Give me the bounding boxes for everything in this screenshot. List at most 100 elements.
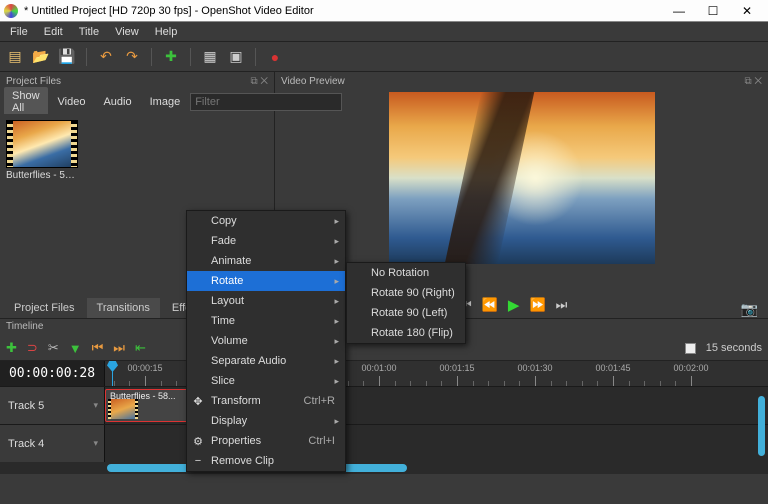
zoom-label: 15 seconds xyxy=(706,342,762,354)
zoom-checkbox[interactable] xyxy=(685,343,696,354)
timecode-display[interactable]: 00:00:00:28 xyxy=(0,361,105,386)
menu-help[interactable]: Help xyxy=(147,24,186,40)
clip-thumbnail xyxy=(108,399,138,419)
timeline-horizontal-scrollbar[interactable] xyxy=(0,462,768,474)
ruler-tick: 00:01:45 xyxy=(595,363,630,373)
filter-image[interactable]: Image xyxy=(142,93,189,111)
filter-audio[interactable]: Audio xyxy=(95,93,139,111)
menu-title[interactable]: Title xyxy=(71,24,107,40)
export-icon[interactable]: ● xyxy=(266,48,284,66)
clip-context-menu: Copy▸Fade▸Animate▸Rotate▸Layout▸Time▸Vol… xyxy=(186,210,346,472)
project-files-title: Project Files xyxy=(6,76,61,87)
filter-row: Show All Video Audio Image xyxy=(0,90,274,114)
context-item-slice[interactable]: Slice▸ xyxy=(187,371,345,391)
ruler-tick: 00:01:15 xyxy=(439,363,474,373)
context-item-rotate[interactable]: Rotate▸ xyxy=(187,271,345,291)
ruler-tick: 00:00:15 xyxy=(127,363,162,373)
tab-transitions[interactable]: Transitions xyxy=(87,298,160,318)
submenu-arrow-icon: ▸ xyxy=(334,236,339,247)
context-item-copy[interactable]: Copy▸ xyxy=(187,211,345,231)
submenu-arrow-icon: ▸ xyxy=(334,276,339,287)
context-item-layout[interactable]: Layout▸ xyxy=(187,291,345,311)
ruler-tick: 00:01:00 xyxy=(361,363,396,373)
rewind-icon[interactable]: ⏪ xyxy=(482,297,498,313)
properties-icon: ⚙ xyxy=(191,435,205,448)
rotate-option-rotate-180-flip-[interactable]: Rotate 180 (Flip) xyxy=(347,323,465,343)
timeline-tracks: Track 5 Butterflies - 58... Track 4 xyxy=(0,386,768,462)
remove-clip-icon: − xyxy=(191,455,205,467)
shortcut-label: Ctrl+I xyxy=(308,435,335,447)
play-icon[interactable]: ▶ xyxy=(508,296,520,314)
filter-video[interactable]: Video xyxy=(50,93,94,111)
transform-icon: ✥ xyxy=(191,395,205,408)
menu-file[interactable]: File xyxy=(2,24,36,40)
context-item-separate-audio[interactable]: Separate Audio▸ xyxy=(187,351,345,371)
minimize-button[interactable]: — xyxy=(662,0,696,22)
track-label[interactable]: Track 5 xyxy=(0,387,105,424)
track-row: Track 4 xyxy=(0,424,768,462)
menu-view[interactable]: View xyxy=(107,24,147,40)
rotate-option-rotate-90-left-[interactable]: Rotate 90 (Left) xyxy=(347,303,465,323)
marker-add-icon[interactable]: ▼ xyxy=(69,341,82,356)
add-track-icon[interactable]: ✚ xyxy=(6,340,17,356)
project-file-item[interactable]: Butterflies - 583... xyxy=(6,120,78,181)
fast-forward-icon[interactable]: ⏩ xyxy=(529,297,545,313)
context-item-display[interactable]: Display▸ xyxy=(187,411,345,431)
import-files-icon[interactable]: ✚ xyxy=(162,48,180,66)
ruler-tick: 00:02:00 xyxy=(673,363,708,373)
save-project-icon[interactable]: 💾 xyxy=(58,48,76,66)
submenu-arrow-icon: ▸ xyxy=(334,216,339,227)
submenu-arrow-icon: ▸ xyxy=(334,296,339,307)
titlebar: * Untitled Project [HD 720p 30 fps] - Op… xyxy=(0,0,768,22)
submenu-arrow-icon: ▸ xyxy=(334,356,339,367)
center-playhead-icon[interactable]: ⇤ xyxy=(135,340,146,356)
context-item-time[interactable]: Time▸ xyxy=(187,311,345,331)
video-preview xyxy=(389,92,655,264)
toolbar-separator xyxy=(151,48,152,66)
context-item-properties[interactable]: ⚙PropertiesCtrl+I xyxy=(187,431,345,451)
context-item-volume[interactable]: Volume▸ xyxy=(187,331,345,351)
context-item-animate[interactable]: Animate▸ xyxy=(187,251,345,271)
playback-controls: ⏮ ⏪ ▶ ⏩ ⏭ xyxy=(460,294,567,316)
toolbar-separator xyxy=(255,48,256,66)
razor-icon[interactable]: ✂ xyxy=(48,340,59,356)
main-toolbar: ▤ 📂 💾 ↶ ↷ ✚ ▦ ▣ ● xyxy=(0,42,768,72)
rotate-option-rotate-90-right-[interactable]: Rotate 90 (Right) xyxy=(347,283,465,303)
fullscreen-icon[interactable]: ▣ xyxy=(227,48,245,66)
window-title: * Untitled Project [HD 720p 30 fps] - Op… xyxy=(24,5,662,17)
open-project-icon[interactable]: 📂 xyxy=(32,48,50,66)
submenu-arrow-icon: ▸ xyxy=(334,316,339,327)
submenu-arrow-icon: ▸ xyxy=(334,416,339,427)
profile-icon[interactable]: ▦ xyxy=(201,48,219,66)
close-button[interactable]: ✕ xyxy=(730,0,764,22)
prev-marker-icon[interactable]: ⏮ xyxy=(92,340,104,356)
track-label[interactable]: Track 4 xyxy=(0,425,105,462)
submenu-arrow-icon: ▸ xyxy=(334,256,339,267)
snapshot-icon[interactable]: 📷 xyxy=(741,301,758,318)
filter-show-all[interactable]: Show All xyxy=(4,87,48,117)
new-project-icon[interactable]: ▤ xyxy=(6,48,24,66)
menu-edit[interactable]: Edit xyxy=(36,24,71,40)
next-marker-icon[interactable]: ⏭ xyxy=(113,340,125,356)
redo-icon[interactable]: ↷ xyxy=(123,48,141,66)
maximize-button[interactable]: ☐ xyxy=(696,0,730,22)
jump-end-icon[interactable]: ⏭ xyxy=(556,297,568,313)
context-item-remove-clip[interactable]: −Remove Clip xyxy=(187,451,345,471)
track-row: Track 5 Butterflies - 58... xyxy=(0,386,768,424)
timeline-vertical-scrollbar[interactable] xyxy=(758,396,765,456)
context-item-transform[interactable]: ✥TransformCtrl+R xyxy=(187,391,345,411)
undo-icon[interactable]: ↶ xyxy=(97,48,115,66)
shortcut-label: Ctrl+R xyxy=(304,395,335,407)
toolbar-separator xyxy=(86,48,87,66)
video-preview-panel: Video Preview ⧉ ✕ xyxy=(275,72,768,292)
rotate-submenu: No RotationRotate 90 (Right)Rotate 90 (L… xyxy=(346,262,466,344)
panel-undock-icon[interactable]: ⧉ ✕ xyxy=(250,76,268,87)
rotate-option-no-rotation[interactable]: No Rotation xyxy=(347,263,465,283)
file-label: Butterflies - 583... xyxy=(6,170,78,181)
ruler-tick: 00:01:30 xyxy=(517,363,552,373)
snap-icon[interactable]: ⊃ xyxy=(27,340,38,356)
context-item-fade[interactable]: Fade▸ xyxy=(187,231,345,251)
menubar: File Edit Title View Help xyxy=(0,22,768,42)
tab-project-files[interactable]: Project Files xyxy=(4,298,85,318)
panel-undock-icon[interactable]: ⧉ ✕ xyxy=(744,76,762,87)
